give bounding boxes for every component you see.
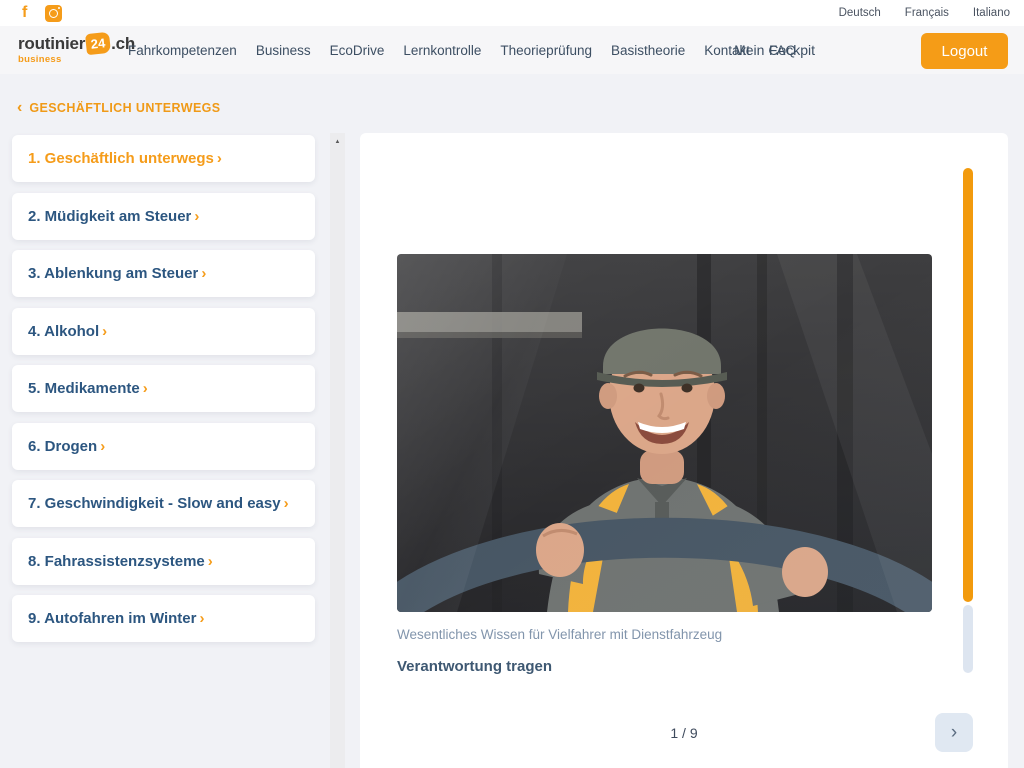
nav-item-lernkontrolle[interactable]: Lernkontrolle xyxy=(403,43,481,58)
top-utility-bar: f Deutsch Français Italiano xyxy=(0,0,1024,26)
instagram-icon[interactable] xyxy=(45,5,62,22)
chevron-right-icon: › xyxy=(100,438,105,455)
sidebar-item-geschaeftlich-unterwegs[interactable]: 1. Geschäftlich unterwegs › xyxy=(12,135,315,182)
next-page-button[interactable]: › xyxy=(935,713,973,752)
sidebar-item-drogen[interactable]: 6. Drogen › xyxy=(12,423,315,470)
chevron-right-icon: › xyxy=(200,610,205,627)
sidebar-item-label: 5. Medikamente xyxy=(28,380,140,397)
page-indicator: 1 / 9 xyxy=(360,725,1008,741)
lesson-progress-track[interactable] xyxy=(963,605,973,673)
language-link-francais[interactable]: Français xyxy=(905,7,949,19)
sidebar-item-label: 4. Alkohol xyxy=(28,323,99,340)
social-links: f xyxy=(20,5,62,22)
sidebar-item-label: 3. Ablenkung am Steuer xyxy=(28,265,198,282)
nav-item-ecodrive[interactable]: EcoDrive xyxy=(330,43,385,58)
sidebar-item-label: 9. Autofahren im Winter xyxy=(28,610,197,627)
logo-business-tagline: business xyxy=(18,54,135,65)
logout-button[interactable]: Logout xyxy=(921,33,1008,69)
sidebar-item-label: 2. Müdigkeit am Steuer xyxy=(28,208,191,225)
breadcrumb-label: GESCHÄFTLICH UNTERWEGS xyxy=(29,101,220,115)
chevron-right-icon: › xyxy=(102,323,107,340)
chapter-sidebar: 1. Geschäftlich unterwegs › 2. Müdigkeit… xyxy=(12,135,315,642)
sidebar-item-ablenkung-am-steuer[interactable]: 3. Ablenkung am Steuer › xyxy=(12,250,315,297)
lesson-panel: Geschäftlich unterwegs Geschäftlich unte… xyxy=(360,133,1008,768)
sidebar-item-muedigkeit-am-steuer[interactable]: 2. Müdigkeit am Steuer › xyxy=(12,193,315,240)
chevron-right-icon: › xyxy=(143,380,148,397)
breadcrumb[interactable]: ‹ GESCHÄFTLICH UNTERWEGS xyxy=(17,101,221,115)
nav-item-theoriepruefung[interactable]: Theorieprüfung xyxy=(500,43,592,58)
chevron-right-icon: › xyxy=(284,495,289,512)
language-link-italiano[interactable]: Italiano xyxy=(973,7,1010,19)
nav-item-business[interactable]: Business xyxy=(256,43,311,58)
sidebar-item-label: 6. Drogen xyxy=(28,438,97,455)
logo-24-badge: 24 xyxy=(85,32,111,55)
sidebar-item-label: 7. Geschwindigkeit - Slow and easy xyxy=(28,495,281,512)
sidebar-item-alkohol[interactable]: 4. Alkohol › xyxy=(12,308,315,355)
chevron-right-icon: › xyxy=(951,722,957,744)
mein-cockpit-link[interactable]: Mein Cockpit xyxy=(734,26,815,74)
nav-item-basistheorie[interactable]: Basistheorie xyxy=(611,43,685,58)
sidebar-scrollbar[interactable]: ▲ xyxy=(330,133,345,768)
sidebar-item-fahrassistenzsysteme[interactable]: 8. Fahrassistenzsysteme › xyxy=(12,538,315,585)
language-link-deutsch[interactable]: Deutsch xyxy=(839,7,881,19)
sidebar-item-medikamente[interactable]: 5. Medikamente › xyxy=(12,365,315,412)
sidebar-item-geschwindigkeit[interactable]: 7. Geschwindigkeit - Slow and easy › xyxy=(12,480,315,527)
chevron-right-icon: › xyxy=(208,553,213,570)
sidebar-item-label: 1. Geschäftlich unterwegs xyxy=(28,150,214,167)
lesson-progress-bar xyxy=(963,168,973,602)
section-heading: Verantwortung tragen xyxy=(397,658,552,675)
facebook-icon[interactable]: f xyxy=(20,5,29,21)
nav-links: Fahrkompetenzen Business EcoDrive Lernko… xyxy=(128,26,796,74)
chevron-right-icon: › xyxy=(201,265,206,282)
main-navbar: routinier 24 .ch business Fahrkompetenze… xyxy=(0,26,1024,74)
driver-photo xyxy=(397,254,932,612)
scroll-up-arrow-icon[interactable]: ▲ xyxy=(330,135,345,148)
routinier24-elearning-page: f Deutsch Français Italiano routinier 24… xyxy=(0,0,1024,768)
sidebar-item-label: 8. Fahrassistenzsysteme xyxy=(28,553,205,570)
logo-text-routinier: routinier xyxy=(18,34,85,54)
nav-item-fahrkompetenzen[interactable]: Fahrkompetenzen xyxy=(128,43,237,58)
chevron-left-icon: ‹ xyxy=(17,102,22,114)
chevron-right-icon: › xyxy=(217,150,222,167)
image-caption: Wesentliches Wissen für Vielfahrer mit D… xyxy=(397,627,722,642)
chevron-right-icon: › xyxy=(194,208,199,225)
language-switcher: Deutsch Français Italiano xyxy=(839,7,1010,19)
sidebar-item-autofahren-im-winter[interactable]: 9. Autofahren im Winter › xyxy=(12,595,315,642)
routinier24-logo[interactable]: routinier 24 .ch business xyxy=(18,33,135,65)
